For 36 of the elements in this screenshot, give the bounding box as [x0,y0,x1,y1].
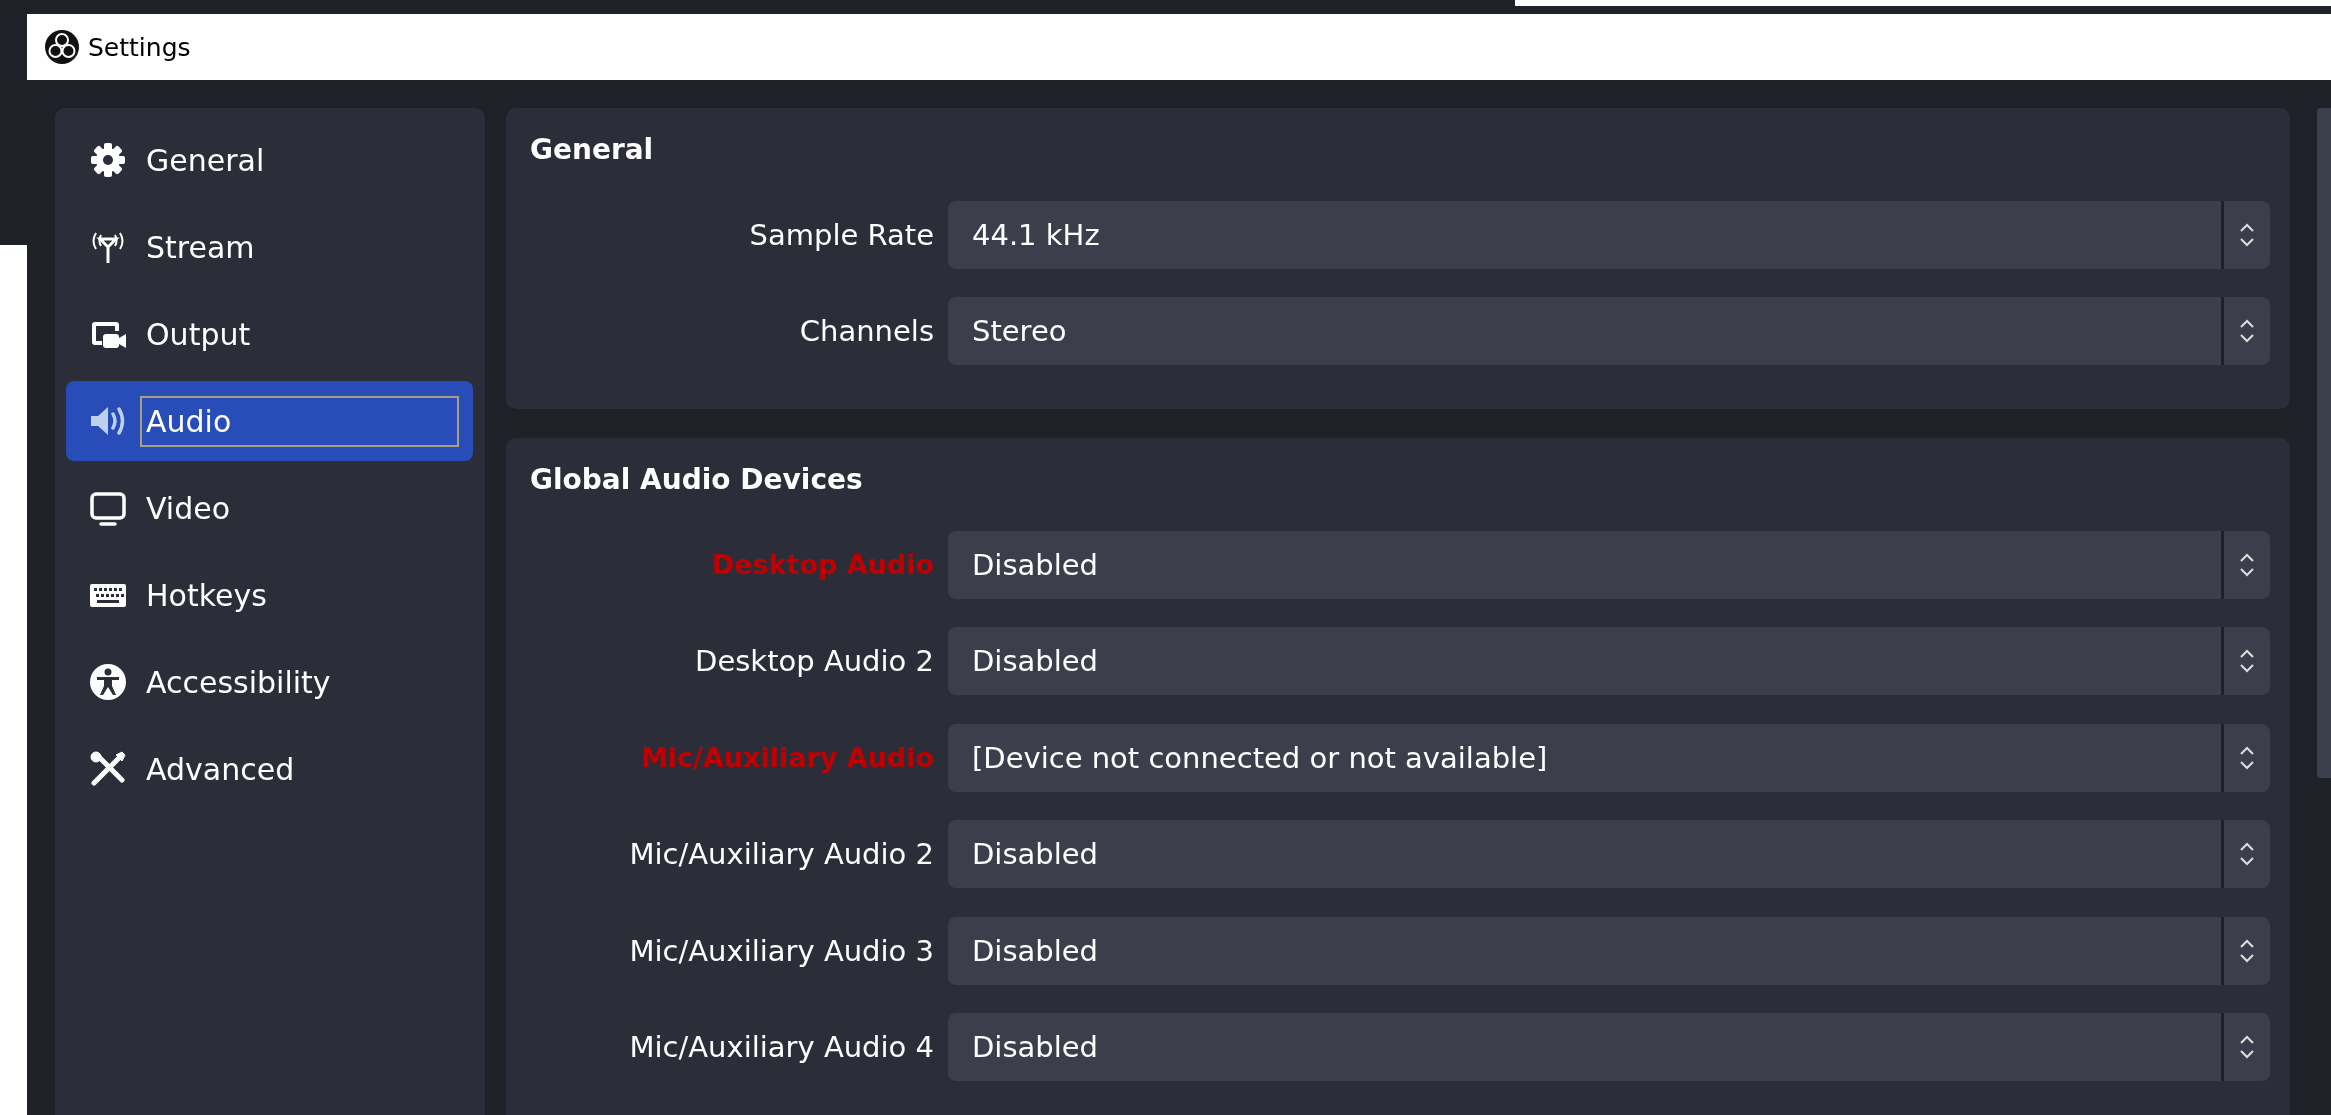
accessibility-icon [88,662,128,702]
dropdown[interactable]: Disabled [948,916,2270,985]
field-label: Sample Rate [748,217,934,252]
scrollbar[interactable] [2317,108,2331,778]
tools-icon [88,749,128,789]
field-label: Mic/Auxiliary Audio 4 [628,1030,934,1064]
dropdown[interactable]: 44.1 kHz [948,200,2270,269]
sidebar-item[interactable]: Audio [66,381,473,461]
up-down-chevron-icon [2237,840,2257,868]
sidebar-item[interactable]: Advanced [66,729,473,809]
up-down-chevron-icon [2237,317,2257,345]
field-label: Mic/Auxiliary Audio 2 [628,837,934,871]
sidebar-item[interactable]: Output [66,294,473,374]
field-label: Desktop Audio 2 [694,644,934,678]
section-heading: General [529,133,655,166]
dropdown[interactable]: Disabled [948,627,2270,695]
sidebar-item[interactable]: Video [66,468,473,548]
app-logo-icon [44,29,80,65]
dropdown[interactable]: Disabled [948,1013,2270,1081]
sidebar-item[interactable]: Stream [66,207,473,287]
dropdown[interactable]: Disabled [948,820,2270,888]
sidebar-item[interactable]: General [66,120,473,200]
dropdown[interactable]: Disabled [948,530,2270,599]
up-down-chevron-icon [2237,1033,2257,1061]
field-label: Mic/Auxiliary Audio [639,742,934,773]
gear-icon [88,140,128,180]
field-label: Desktop Audio [710,549,934,580]
field-label: Channels [798,314,934,348]
window-title: Settings [88,32,191,62]
dropdown[interactable]: [Device not connected or not available] [948,723,2270,792]
field-label: Mic/Auxiliary Audio 3 [628,933,934,968]
sidebar-item[interactable]: Hotkeys [66,555,473,635]
up-down-chevron-icon [2237,647,2257,675]
section-heading: Global Audio Devices [529,463,864,496]
sidebar-item[interactable]: Accessibility [66,642,473,722]
dropdown[interactable]: Stereo [948,297,2270,365]
